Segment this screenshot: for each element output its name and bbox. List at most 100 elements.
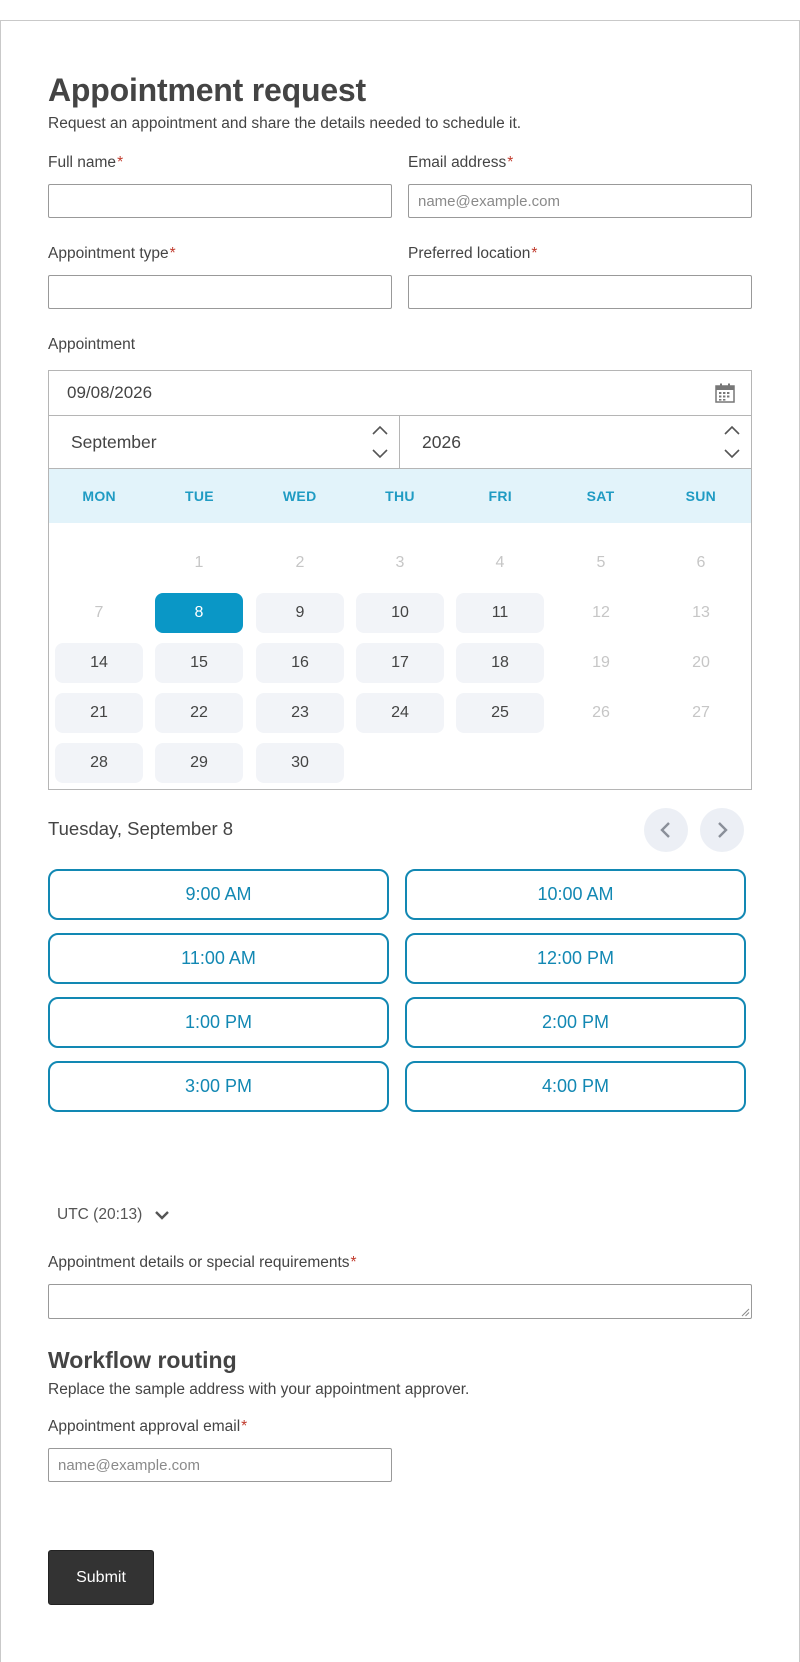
chevron-down-icon[interactable] xyxy=(723,444,741,462)
month-year-selectors: September 2026 xyxy=(49,416,751,469)
next-day-button[interactable] xyxy=(700,808,744,852)
calendar-day[interactable]: 22 xyxy=(155,693,243,733)
required-marker: * xyxy=(117,154,124,171)
previous-day-button[interactable] xyxy=(644,808,688,852)
calendar-day[interactable]: 28 xyxy=(55,743,143,783)
year-stepper[interactable] xyxy=(721,420,743,464)
appointment-type-label-text: Appointment type xyxy=(48,245,169,262)
page-description: Request an appointment and share the det… xyxy=(48,115,522,132)
appointment-type-input[interactable] xyxy=(48,275,392,309)
time-slot[interactable]: 10:00 AM xyxy=(405,869,746,920)
time-slot[interactable]: 11:00 AM xyxy=(48,933,389,984)
approval-email-label-text: Appointment approval email xyxy=(48,1418,241,1435)
preferred-location-label: Preferred location* xyxy=(408,245,537,263)
weekday-sat: SAT xyxy=(586,488,615,504)
submit-button[interactable]: Submit xyxy=(48,1550,154,1605)
calendar-day: 7 xyxy=(94,604,104,621)
chevron-down-icon[interactable] xyxy=(371,444,389,462)
calendar-day[interactable]: 11 xyxy=(456,593,544,633)
timezone-value: UTC (20:13) xyxy=(57,1206,143,1223)
calendar-day[interactable]: 18 xyxy=(456,643,544,683)
email-label: Email address* xyxy=(408,154,513,172)
details-textarea[interactable] xyxy=(48,1284,752,1319)
calendar-day[interactable]: 14 xyxy=(55,643,143,683)
calendar-day[interactable]: 25 xyxy=(456,693,544,733)
calendar-day[interactable]: 9 xyxy=(256,593,344,633)
weekday-mon: MON xyxy=(82,488,116,504)
chevron-right-icon xyxy=(718,822,728,838)
calendar-day[interactable]: 16 xyxy=(256,643,344,683)
calendar-day[interactable]: 21 xyxy=(55,693,143,733)
required-marker: * xyxy=(241,1418,248,1435)
preferred-location-label-text: Preferred location xyxy=(408,245,531,262)
year-value: 2026 xyxy=(422,431,461,452)
weekday-header: MON TUE WED THU FRI SAT SUN xyxy=(49,469,751,523)
time-slot[interactable]: 3:00 PM xyxy=(48,1061,389,1112)
calendar-day[interactable]: 29 xyxy=(155,743,243,783)
year-select[interactable]: 2026 xyxy=(400,416,751,468)
time-slot[interactable]: 1:00 PM xyxy=(48,997,389,1048)
workflow-section-description: Replace the sample address with your app… xyxy=(48,1381,470,1398)
month-stepper[interactable] xyxy=(369,420,391,464)
email-label-text: Email address xyxy=(408,154,507,171)
chevron-down-icon xyxy=(155,1211,170,1220)
calendar-day: 1 xyxy=(194,554,204,571)
required-marker: * xyxy=(507,154,514,171)
workflow-section-title: Workflow routing xyxy=(48,1347,237,1373)
approval-email-label: Appointment approval email* xyxy=(48,1418,247,1436)
calendar-day[interactable]: 24 xyxy=(356,693,444,733)
weekday-wed: WED xyxy=(282,488,317,504)
full-name-label-text: Full name xyxy=(48,154,117,171)
email-input[interactable] xyxy=(408,184,752,218)
time-slot[interactable]: 2:00 PM xyxy=(405,997,746,1048)
calendar-day: 5 xyxy=(596,554,606,571)
appointment-label: Appointment xyxy=(48,336,136,353)
calendar-day: 26 xyxy=(592,704,610,721)
calendar-day: 3 xyxy=(395,554,405,571)
calendar-day: 20 xyxy=(692,654,710,671)
calendar-day[interactable]: 10 xyxy=(356,593,444,633)
chevron-up-icon[interactable] xyxy=(723,422,741,440)
appointment-date-field[interactable]: 09/08/2026 xyxy=(49,371,751,416)
details-label-text: Appointment details or special requireme… xyxy=(48,1254,350,1271)
required-marker: * xyxy=(531,245,538,262)
time-slot[interactable]: 12:00 PM xyxy=(405,933,746,984)
calendar-day: 19 xyxy=(592,654,610,671)
calendar-day: 4 xyxy=(495,554,505,571)
appointment-date-value: 09/08/2026 xyxy=(67,383,153,402)
calendar-day[interactable]: 30 xyxy=(256,743,344,783)
timezone-selector[interactable]: UTC (20:13) xyxy=(57,1206,170,1224)
full-name-input[interactable] xyxy=(48,184,392,218)
month-select[interactable]: September xyxy=(49,416,400,468)
calendar-day-selected[interactable]: 8 xyxy=(155,593,243,633)
selected-date-heading: Tuesday, September 8 xyxy=(48,818,234,839)
calendar-day: 13 xyxy=(692,604,710,621)
chevron-up-icon[interactable] xyxy=(371,422,389,440)
weekday-tue: TUE xyxy=(184,488,214,504)
page-title: Appointment request xyxy=(48,72,366,108)
calendar-day: 6 xyxy=(696,554,706,571)
details-label: Appointment details or special requireme… xyxy=(48,1254,357,1272)
appointment-type-label: Appointment type* xyxy=(48,245,176,263)
calendar-day: 12 xyxy=(592,604,610,621)
appointment-calendar: 09/08/2026 September 2026 MON TUE WED TH… xyxy=(48,370,752,790)
time-slot[interactable]: 9:00 AM xyxy=(48,869,389,920)
weekday-fri: FRI xyxy=(488,488,512,504)
weekday-thu: THU xyxy=(385,488,415,504)
required-marker: * xyxy=(350,1254,357,1271)
calendar-day[interactable]: 17 xyxy=(356,643,444,683)
weekday-sun: SUN xyxy=(685,488,717,504)
calendar-day: 2 xyxy=(295,554,305,571)
chevron-left-icon xyxy=(660,822,670,838)
calendar-day[interactable]: 15 xyxy=(155,643,243,683)
calendar-day[interactable]: 23 xyxy=(256,693,344,733)
approval-email-input[interactable] xyxy=(48,1448,392,1482)
resize-grip-icon[interactable] xyxy=(741,1308,750,1317)
preferred-location-input[interactable] xyxy=(408,275,752,309)
calendar-day: 27 xyxy=(692,704,710,721)
calendar-icon[interactable] xyxy=(715,383,735,403)
month-value: September xyxy=(71,431,157,452)
full-name-label: Full name* xyxy=(48,154,123,172)
time-slot[interactable]: 4:00 PM xyxy=(405,1061,746,1112)
required-marker: * xyxy=(169,245,176,262)
